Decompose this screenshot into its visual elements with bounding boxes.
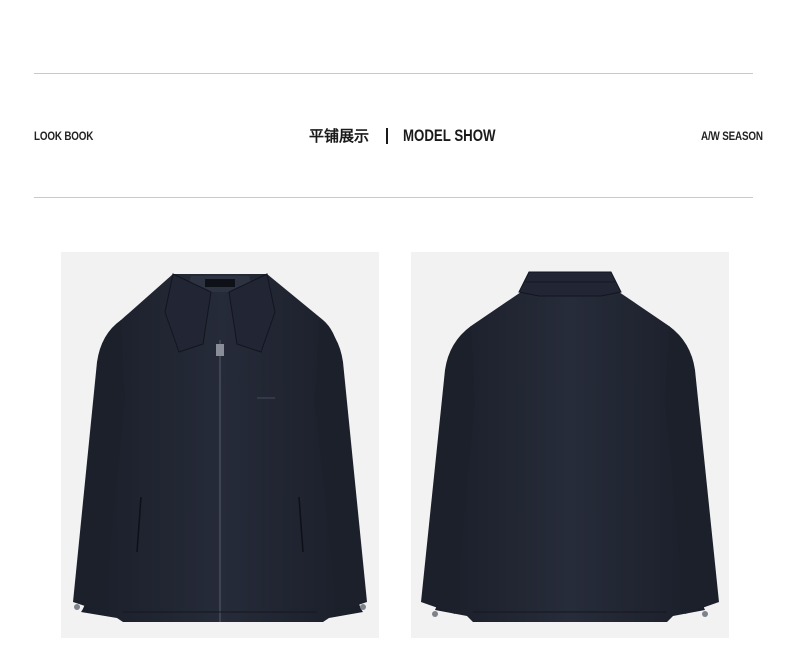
jacket-front-photo: [61, 252, 379, 638]
season-label: A/W SEASON: [701, 129, 763, 143]
jacket-front-illustration: [73, 273, 367, 622]
look-book-label: LOOK BOOK: [34, 129, 94, 143]
title-separator: [386, 127, 389, 144]
section-header: LOOK BOOK 平铺展示 MODEL SHOW A/W SEASON: [0, 122, 790, 152]
title-chinese: 平铺展示: [309, 127, 370, 145]
jacket-back-illustration: [421, 271, 719, 622]
top-divider: [34, 73, 753, 74]
jacket-back-photo: [411, 252, 729, 638]
title-english: MODEL SHOW: [403, 125, 496, 145]
bottom-divider: [34, 197, 753, 198]
section-title: 平铺展示 MODEL SHOW: [309, 125, 522, 146]
